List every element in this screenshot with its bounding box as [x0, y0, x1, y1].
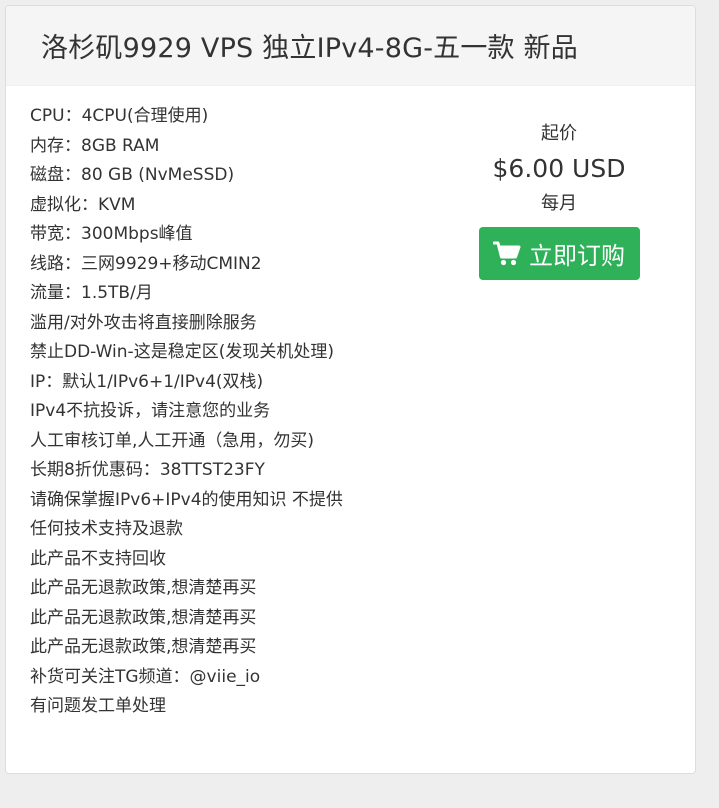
feature-line: 此产品不支持回收: [30, 548, 166, 569]
feature-line: IPv4不抗投诉，请注意您的业务: [30, 401, 271, 421]
feature-line: 有问题发工单处理: [30, 696, 166, 716]
feature-line: 流量：1.5TB/月: [30, 283, 153, 303]
price-period: 每月: [541, 193, 577, 214]
order-now-button[interactable]: 立即订购: [478, 227, 640, 280]
shopping-cart-icon: [493, 241, 521, 267]
feature-line: 此产品无退款政策,想清楚再买: [30, 637, 257, 657]
feature-line: 人工审核订单,人工开通（急用，勿买): [30, 430, 315, 451]
product-header: 洛杉矶9929 VPS 独立IPv4-8G-五一款 新品: [6, 6, 695, 86]
feature-line: 请确保掌握IPv6+IPv4的使用知识 不提供: [30, 489, 343, 510]
feature-line: 禁止DD-Win-这是稳定区(发现关机处理): [30, 342, 334, 362]
feature-line: 内存：8GB RAM: [30, 135, 160, 156]
feature-line: IP：默认1/IPv6+1/IPv4(双栈): [30, 371, 264, 392]
feature-line: 磁盘：80 GB (NvMeSSD): [30, 165, 235, 185]
feature-line: 补货可关注TG频道：@viie_io: [30, 666, 261, 687]
feature-line: 此产品无退款政策,想清楚再买: [30, 607, 257, 628]
feature-line: 线路：三网9929+移动CMIN2: [30, 253, 262, 274]
price-from-label: 起价: [541, 123, 577, 144]
feature-line: 此产品无退款政策,想清楚再买: [30, 578, 257, 598]
feature-line: CPU：4CPU(合理使用): [30, 106, 209, 126]
feature-line: 任何技术支持及退款: [30, 519, 183, 539]
product-card: 洛杉矶9929 VPS 独立IPv4-8G-五一款 新品 CPU：4CPU(合理…: [5, 5, 696, 774]
price-amount: $6.00 USD: [492, 154, 626, 183]
order-now-label: 立即订购: [529, 242, 625, 270]
pricing-panel: 起价 $6.00 USD 每月 立即订购: [476, 122, 642, 280]
feature-line: 长期8折优惠码：38TTST23FY: [30, 460, 265, 480]
feature-line: 带宽：300Mbps峰值: [30, 224, 193, 244]
feature-line: 滥用/对外攻击将直接删除服务: [30, 312, 257, 333]
product-features: CPU：4CPU(合理使用) 内存：8GB RAM 磁盘：80 GB (NvMe…: [30, 102, 470, 722]
feature-line: 虚拟化：KVM: [30, 194, 136, 215]
product-title: 洛杉矶9929 VPS 独立IPv4-8G-五一款 新品: [41, 33, 578, 64]
